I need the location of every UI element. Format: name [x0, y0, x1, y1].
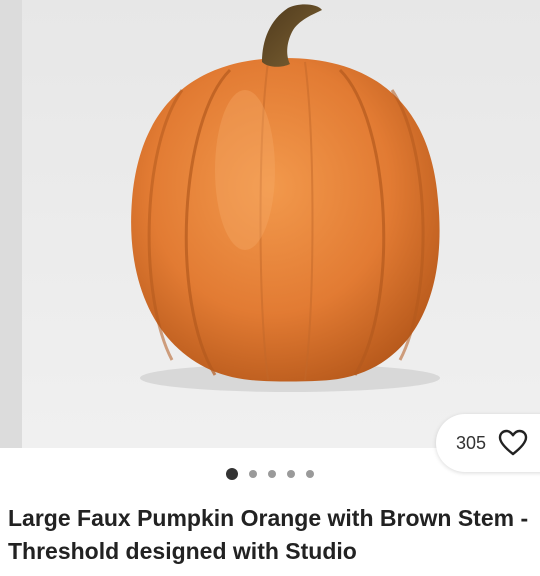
- pumpkin-photo: [131, 4, 440, 392]
- heart-outline-icon[interactable]: [498, 429, 528, 457]
- carousel-dot-5[interactable]: [306, 470, 314, 478]
- carousel-dot-2[interactable]: [249, 470, 257, 478]
- favorite-button[interactable]: 305: [436, 414, 540, 472]
- carousel-dot-4[interactable]: [287, 470, 295, 478]
- carousel-dot-3[interactable]: [268, 470, 276, 478]
- product-image[interactable]: [0, 0, 540, 448]
- listing-title: Large Faux Pumpkin Orange with Brown Ste…: [8, 505, 529, 564]
- favorite-count: 305: [456, 432, 487, 453]
- carousel-indicator: [0, 466, 540, 482]
- carousel-dot-1[interactable]: [226, 468, 238, 480]
